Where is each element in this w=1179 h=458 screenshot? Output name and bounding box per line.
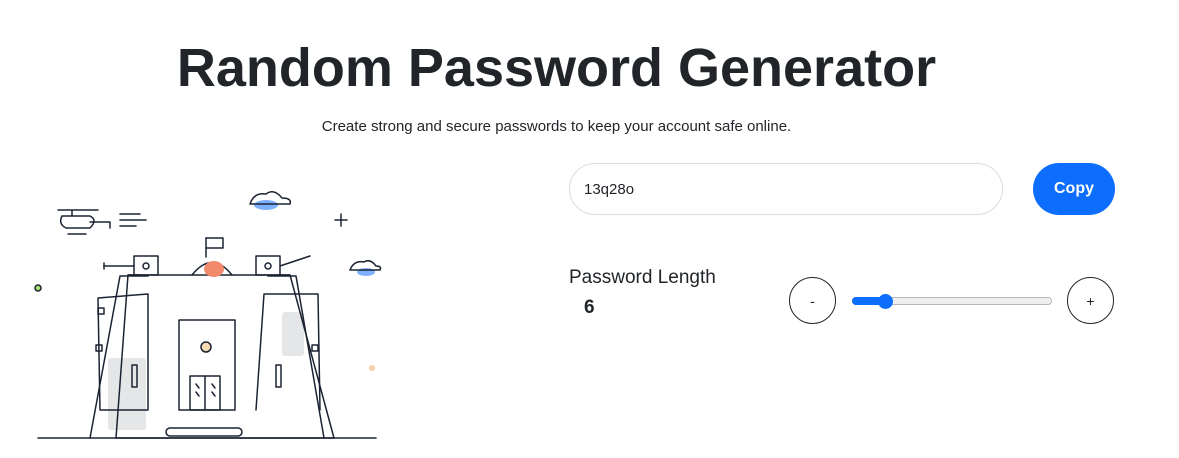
slider-thumb[interactable] bbox=[878, 294, 893, 309]
password-output-field[interactable] bbox=[569, 163, 1003, 215]
page-title: Random Password Generator bbox=[176, 38, 937, 98]
copy-button[interactable]: Copy bbox=[1033, 163, 1115, 215]
password-length-value: 6 bbox=[584, 297, 595, 318]
increase-length-button[interactable]: + bbox=[1067, 277, 1114, 324]
page-subtitle: Create strong and secure passwords to ke… bbox=[321, 118, 792, 135]
page: Random Password Generator Create strong … bbox=[0, 0, 1179, 458]
password-length-slider[interactable] bbox=[852, 294, 1052, 309]
castle-illustration-icon bbox=[34, 191, 382, 439]
decrease-length-button[interactable]: - bbox=[789, 277, 836, 324]
password-length-label: Password Length bbox=[569, 267, 716, 288]
